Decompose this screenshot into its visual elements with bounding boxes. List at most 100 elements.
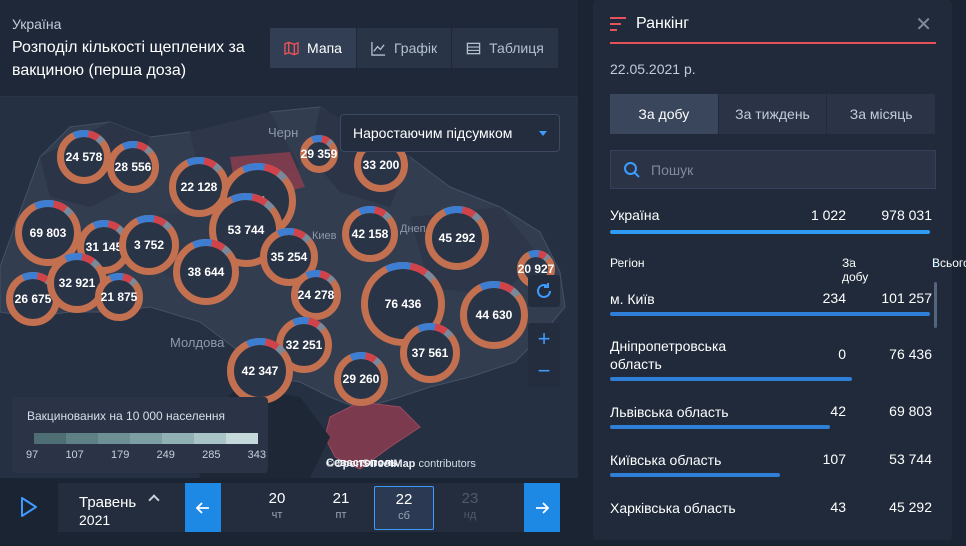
ranking-list[interactable]: м. Київ 234 101 257 Дніпропетровська област… <box>610 280 932 520</box>
tab-period-2[interactable]: За місяць <box>827 94 937 134</box>
legend-swatch <box>34 433 66 444</box>
cluster-label: 32 921 <box>59 276 96 290</box>
map-title: Розподіл кількості щеплених за вакциною … <box>12 39 245 79</box>
place-label: Киев <box>312 230 337 242</box>
prev-day-button[interactable] <box>185 483 221 532</box>
region-total: 53 744 <box>889 451 932 467</box>
zoom-out-button[interactable]: − <box>528 355 560 387</box>
total-all: 978 031 <box>881 207 932 223</box>
region-per-day: 43 <box>830 499 846 515</box>
region-per-day: 107 <box>822 451 846 467</box>
cluster-label: 31 145 <box>86 240 123 254</box>
legend-title: Вакцинованих на 10 000 населення <box>27 409 226 423</box>
tab-table[interactable]: Таблиця <box>452 28 559 68</box>
legend-swatch <box>130 433 162 444</box>
region-bar <box>610 473 780 477</box>
legend-swatch <box>66 433 98 444</box>
sort-desc-icon: ↓ <box>932 256 938 268</box>
legend-tick: 179 <box>110 449 130 461</box>
map-icon <box>284 41 299 55</box>
legend-swatch <box>194 433 226 444</box>
caret-down-icon <box>539 130 547 136</box>
search-field[interactable] <box>610 150 936 189</box>
ranking-row[interactable]: м. Київ 234 101 257 <box>610 290 932 324</box>
line-chart-icon <box>371 41 386 56</box>
map-area[interactable]: 24 57828 55622 12829 35933 2005769 80331… <box>0 97 578 478</box>
tab-map[interactable]: Мапа <box>270 28 357 68</box>
legend-color-scale <box>34 433 258 444</box>
map-attribution[interactable]: ©OpenStreetMap contributors <box>326 458 476 470</box>
ranking-date: 22.05.2021 р. <box>610 61 696 77</box>
region-name: Київська область <box>610 452 722 468</box>
place-label: Черн <box>268 125 299 140</box>
cluster-label: 69 803 <box>30 226 67 240</box>
cluster-label: 29 260 <box>343 372 380 386</box>
month-selector[interactable]: Травень 2021 <box>58 483 185 532</box>
cluster-label: 33 200 <box>363 158 400 172</box>
month-name: Травень <box>79 494 137 511</box>
scrollbar-thumb[interactable] <box>934 282 937 328</box>
mode-select-value: Наростаючим підсумком <box>353 125 513 141</box>
legend-swatch <box>162 433 194 444</box>
mode-select[interactable]: Наростаючим підсумком <box>340 114 560 152</box>
place-label: Молдова <box>170 335 225 350</box>
region-name: Львівська область <box>610 404 729 420</box>
region-bar <box>610 312 930 316</box>
day-button-20[interactable]: 20 чт <box>247 486 307 530</box>
ranking-row[interactable]: Харківська область 43 45 292 <box>610 499 932 520</box>
zoom-in-button[interactable]: + <box>528 323 560 355</box>
tab-period-0[interactable]: За добу <box>610 94 719 134</box>
reset-view-button[interactable] <box>528 275 560 307</box>
cluster-label: 22 128 <box>181 180 218 194</box>
plus-icon: + <box>537 326 551 351</box>
legend-tick: 249 <box>156 449 175 461</box>
day-number: 23 <box>461 490 479 507</box>
ranking-row[interactable]: Львівська область 42 69 803 <box>610 403 932 437</box>
attribution-symbol: © <box>326 458 335 470</box>
tab-table-label: Таблиця <box>489 40 544 56</box>
region-total: 101 257 <box>881 290 932 306</box>
minus-icon: − <box>537 358 551 383</box>
play-button[interactable] <box>8 486 50 528</box>
day-button-21[interactable]: 21 пт <box>311 486 371 530</box>
cluster-label: 45 292 <box>439 231 476 245</box>
view-tabs: Мапа Графік Таблиця <box>270 28 559 68</box>
day-button-22[interactable]: 22 сб <box>374 486 434 530</box>
legend-ticks: 97 107 179 249 285 343 <box>26 449 266 461</box>
cluster-label: 37 561 <box>412 346 449 360</box>
play-icon <box>21 497 37 517</box>
country-label: Україна <box>12 16 62 32</box>
cluster-label: 42 158 <box>352 227 389 241</box>
cluster-label: 24 578 <box>66 150 103 164</box>
app-root: Україна Розподіл кількості щеплених за в… <box>0 0 966 546</box>
tab-map-label: Мапа <box>307 40 342 56</box>
tab-graph[interactable]: Графік <box>356 28 453 68</box>
search-input[interactable] <box>651 161 921 178</box>
day-weekday: пт <box>335 509 347 521</box>
day-number: 21 <box>332 490 350 507</box>
ranking-panel: Ранкінг ✕ 22.05.2021 р. За добу За тижден… <box>593 0 966 540</box>
tab-period-1[interactable]: За тиждень <box>719 94 828 134</box>
ranking-row[interactable]: Київська область 107 53 744 <box>610 451 932 485</box>
attribution-source: OpenStreetMap <box>334 458 416 470</box>
total-per-day: 1 022 <box>810 207 846 223</box>
cluster-label: 20 927 <box>518 262 555 276</box>
ranking-row[interactable]: Дніпропетровська область 0 76 436 <box>610 337 932 389</box>
map-legend: Вакцинованих на 10 000 населення 97 107 17… <box>12 397 268 473</box>
cluster-label: 42 347 <box>242 364 279 378</box>
legend-tick: 107 <box>65 449 84 461</box>
period-tabs: За добу За тиждень За місяць <box>610 94 937 134</box>
cluster-label: 28 556 <box>115 160 152 174</box>
column-headers: Регіон ↓↑ За добу ↓↑ Всього ↓ <box>610 256 966 284</box>
arrow-right-icon <box>536 501 550 514</box>
attribution-suffix: contributors <box>415 458 476 470</box>
next-day-button[interactable] <box>524 483 560 532</box>
map-panel: Україна Розподіл кількості щеплених за в… <box>0 0 578 546</box>
cluster-label: 38 644 <box>188 265 225 279</box>
cluster-label: 26 675 <box>15 292 52 306</box>
day-number: 20 <box>268 490 286 507</box>
region-total: 69 803 <box>889 403 932 419</box>
cluster-label: 76 436 <box>385 297 422 311</box>
close-icon[interactable]: ✕ <box>915 12 932 37</box>
cluster-label: 24 278 <box>298 288 335 302</box>
